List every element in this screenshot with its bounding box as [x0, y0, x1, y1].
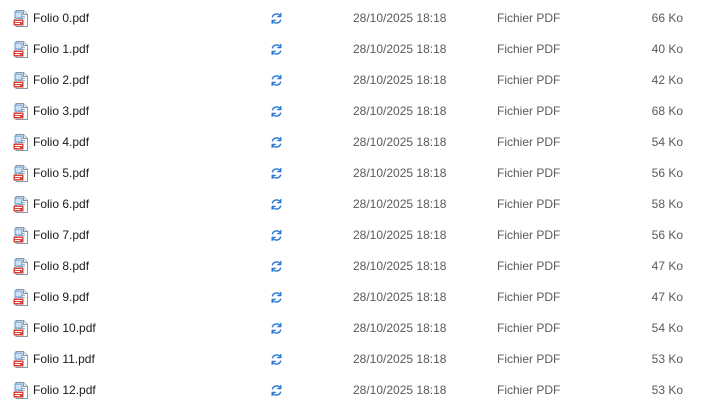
- file-row[interactable]: Folio 3.pdf 28/10/2025 18:18 Fichier PDF…: [0, 96, 709, 127]
- pdf-file-icon: [13, 351, 28, 368]
- file-modified-date: 28/10/2025 18:18: [353, 166, 447, 180]
- file-modified-date: 28/10/2025 18:18: [353, 228, 447, 242]
- file-name: Folio 9.pdf: [33, 290, 90, 304]
- file-modified-date: 28/10/2025 18:18: [353, 321, 447, 335]
- file-row[interactable]: Folio 7.pdf 28/10/2025 18:18 Fichier PDF…: [0, 220, 709, 251]
- sync-pending-icon: [271, 291, 282, 304]
- file-size: 66 Ko: [651, 11, 683, 25]
- sync-pending-icon: [271, 260, 282, 273]
- file-name: Folio 3.pdf: [33, 104, 90, 118]
- file-row[interactable]: Folio 5.pdf 28/10/2025 18:18 Fichier PDF…: [0, 158, 709, 189]
- file-modified-date: 28/10/2025 18:18: [353, 42, 447, 56]
- file-modified-date: 28/10/2025 18:18: [353, 104, 447, 118]
- file-name: Folio 1.pdf: [33, 42, 90, 56]
- sync-pending-icon: [271, 229, 282, 242]
- file-type: Fichier PDF: [497, 104, 561, 118]
- file-name: Folio 10.pdf: [33, 321, 96, 335]
- file-modified-date: 28/10/2025 18:18: [353, 352, 447, 366]
- pdf-file-icon: [13, 134, 28, 151]
- file-type: Fichier PDF: [497, 166, 561, 180]
- file-list: Folio 0.pdf 28/10/2025 18:18 Fichier PDF…: [0, 0, 709, 408]
- file-size: 47 Ko: [651, 259, 683, 273]
- file-size: 53 Ko: [651, 352, 683, 366]
- file-size: 56 Ko: [651, 166, 683, 180]
- pdf-file-icon: [13, 196, 28, 213]
- sync-pending-icon: [271, 167, 282, 180]
- pdf-file-icon: [13, 103, 28, 120]
- file-type: Fichier PDF: [497, 73, 561, 87]
- sync-pending-icon: [271, 136, 282, 149]
- file-modified-date: 28/10/2025 18:18: [353, 259, 447, 273]
- pdf-file-icon: [13, 320, 28, 337]
- file-row[interactable]: Folio 10.pdf 28/10/2025 18:18 Fichier PD…: [0, 313, 709, 344]
- sync-pending-icon: [271, 43, 282, 56]
- file-size: 54 Ko: [651, 135, 683, 149]
- pdf-file-icon: [13, 10, 28, 27]
- file-name: Folio 6.pdf: [33, 197, 90, 211]
- file-size: 40 Ko: [651, 42, 683, 56]
- file-type: Fichier PDF: [497, 259, 561, 273]
- file-row[interactable]: Folio 11.pdf 28/10/2025 18:18 Fichier PD…: [0, 344, 709, 375]
- sync-pending-icon: [271, 12, 282, 25]
- file-modified-date: 28/10/2025 18:18: [353, 135, 447, 149]
- file-modified-date: 28/10/2025 18:18: [353, 290, 447, 304]
- file-size: 56 Ko: [651, 228, 683, 242]
- file-size: 47 Ko: [651, 290, 683, 304]
- file-type: Fichier PDF: [497, 197, 561, 211]
- file-size: 53 Ko: [651, 383, 683, 397]
- file-type: Fichier PDF: [497, 42, 561, 56]
- file-modified-date: 28/10/2025 18:18: [353, 11, 447, 25]
- file-row[interactable]: Folio 2.pdf 28/10/2025 18:18 Fichier PDF…: [0, 65, 709, 96]
- file-type: Fichier PDF: [497, 135, 561, 149]
- file-size: 58 Ko: [651, 197, 683, 211]
- pdf-file-icon: [13, 258, 28, 275]
- file-name: Folio 11.pdf: [33, 352, 95, 366]
- file-row[interactable]: Folio 12.pdf 28/10/2025 18:18 Fichier PD…: [0, 375, 709, 406]
- sync-pending-icon: [271, 384, 282, 397]
- file-type: Fichier PDF: [497, 383, 561, 397]
- file-modified-date: 28/10/2025 18:18: [353, 383, 447, 397]
- sync-pending-icon: [271, 322, 282, 335]
- file-name: Folio 5.pdf: [33, 166, 90, 180]
- file-name: Folio 8.pdf: [33, 259, 90, 273]
- pdf-file-icon: [13, 227, 28, 244]
- file-modified-date: 28/10/2025 18:18: [353, 73, 447, 87]
- file-modified-date: 28/10/2025 18:18: [353, 197, 447, 211]
- file-name: Folio 12.pdf: [33, 383, 96, 397]
- sync-pending-icon: [271, 74, 282, 87]
- pdf-file-icon: [13, 72, 28, 89]
- pdf-file-icon: [13, 41, 28, 58]
- pdf-file-icon: [13, 165, 28, 182]
- file-type: Fichier PDF: [497, 352, 561, 366]
- sync-pending-icon: [271, 353, 282, 366]
- file-size: 68 Ko: [651, 104, 683, 118]
- file-row[interactable]: Folio 8.pdf 28/10/2025 18:18 Fichier PDF…: [0, 251, 709, 282]
- file-row[interactable]: Folio 1.pdf 28/10/2025 18:18 Fichier PDF…: [0, 34, 709, 65]
- file-size: 42 Ko: [651, 73, 683, 87]
- file-type: Fichier PDF: [497, 11, 561, 25]
- file-type: Fichier PDF: [497, 290, 561, 304]
- file-row[interactable]: Folio 4.pdf 28/10/2025 18:18 Fichier PDF…: [0, 127, 709, 158]
- file-row[interactable]: Folio 9.pdf 28/10/2025 18:18 Fichier PDF…: [0, 282, 709, 313]
- sync-pending-icon: [271, 105, 282, 118]
- file-name: Folio 0.pdf: [33, 11, 90, 25]
- file-type: Fichier PDF: [497, 321, 561, 335]
- file-type: Fichier PDF: [497, 228, 561, 242]
- file-name: Folio 2.pdf: [33, 73, 90, 87]
- file-name: Folio 4.pdf: [33, 135, 90, 149]
- file-row[interactable]: Folio 0.pdf 28/10/2025 18:18 Fichier PDF…: [0, 3, 709, 34]
- pdf-file-icon: [13, 382, 28, 399]
- sync-pending-icon: [271, 198, 282, 211]
- file-name: Folio 7.pdf: [33, 228, 90, 242]
- file-size: 54 Ko: [651, 321, 683, 335]
- file-row[interactable]: Folio 6.pdf 28/10/2025 18:18 Fichier PDF…: [0, 189, 709, 220]
- pdf-file-icon: [13, 289, 28, 306]
